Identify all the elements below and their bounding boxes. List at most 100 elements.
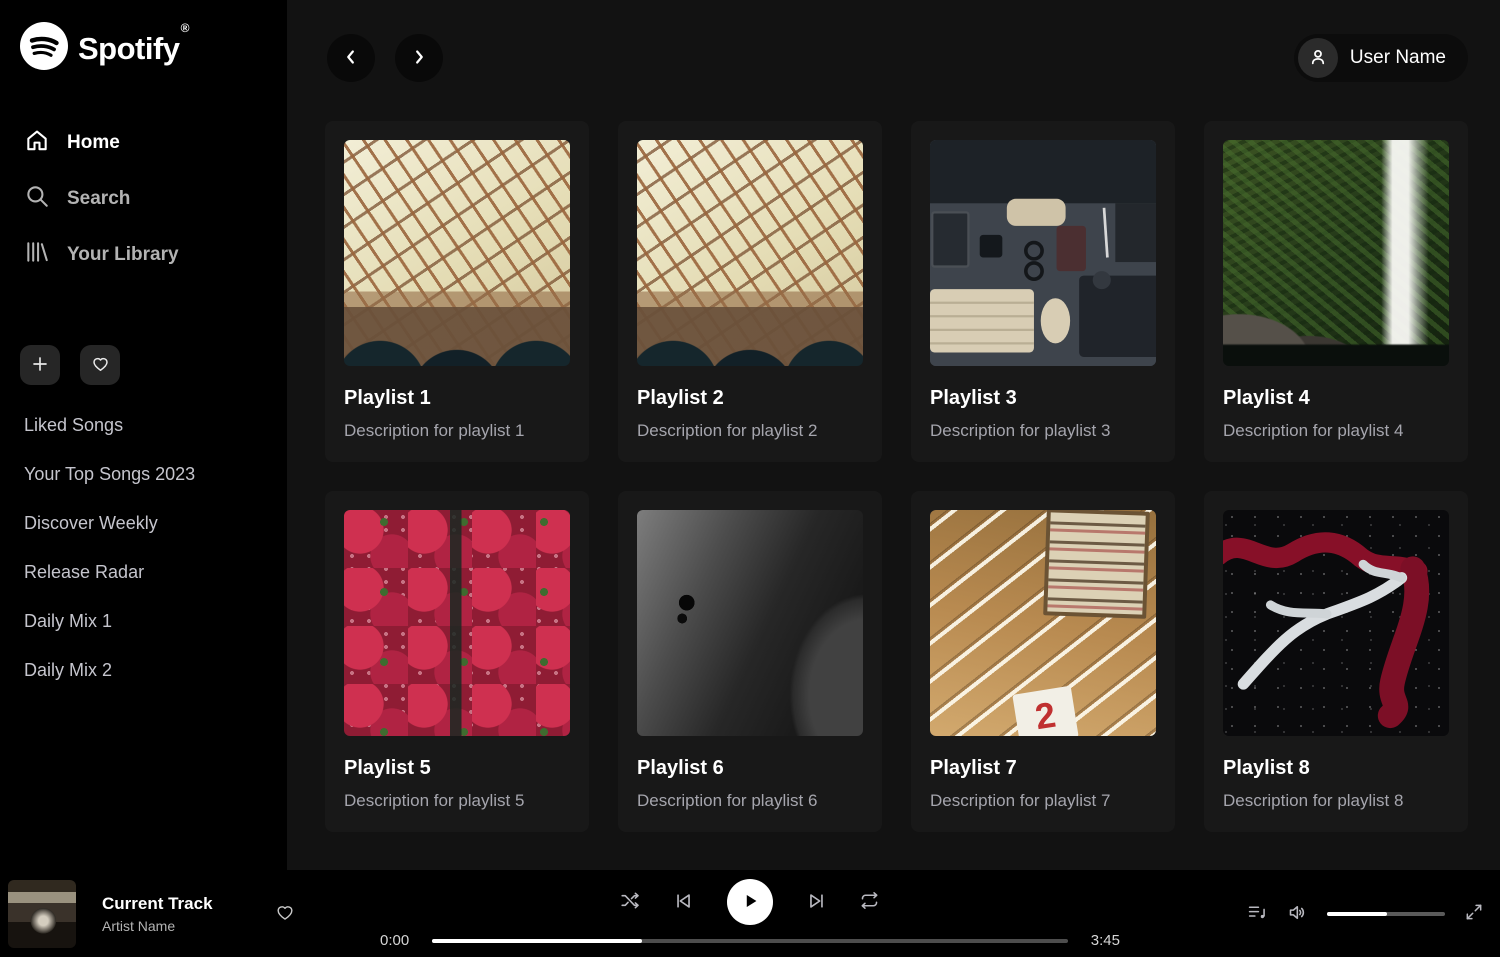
app-window: Spotify® Home Search bbox=[0, 0, 1500, 870]
playlist-title: Playlist 7 bbox=[930, 756, 1156, 780]
playlist-title: Playlist 4 bbox=[1223, 386, 1449, 410]
playlist-title: Playlist 6 bbox=[637, 756, 863, 780]
forward-button[interactable] bbox=[395, 34, 443, 82]
playlist-card-3[interactable]: Playlist 3 Description for playlist 3 bbox=[911, 121, 1175, 462]
logo-wordmark: Spotify® bbox=[78, 31, 188, 67]
playlist-card-1[interactable]: Playlist 1 Description for playlist 1 bbox=[325, 121, 589, 462]
user-menu-button[interactable]: User Name bbox=[1294, 34, 1468, 82]
sidebar-item-label: Search bbox=[67, 188, 130, 210]
player-center: 0:00 3:45 bbox=[380, 879, 1120, 949]
player-right-controls bbox=[1247, 902, 1484, 926]
playlist-cover-art bbox=[637, 140, 863, 366]
sidebar-playlist-daily-mix-1[interactable]: Daily Mix 1 bbox=[20, 597, 267, 646]
playlist-description: Description for playlist 2 bbox=[637, 420, 863, 441]
back-button[interactable] bbox=[327, 34, 375, 82]
previous-track-button[interactable] bbox=[673, 890, 695, 915]
playlist-card-6[interactable]: Playlist 6 Description for playlist 6 bbox=[618, 491, 882, 832]
playlist-title: Playlist 1 bbox=[344, 386, 570, 410]
sidebar: Spotify® Home Search bbox=[0, 0, 287, 870]
sidebar-playlist-discover-weekly[interactable]: Discover Weekly bbox=[20, 499, 267, 548]
sidebar-item-your-library[interactable]: Your Library bbox=[20, 227, 267, 283]
progress-row: 0:00 3:45 bbox=[380, 932, 1120, 949]
sidebar-playlist-liked-songs[interactable]: Liked Songs bbox=[20, 401, 267, 450]
sidebar-item-home[interactable]: Home bbox=[20, 115, 267, 171]
fullscreen-icon bbox=[1464, 902, 1484, 925]
playlist-title: Playlist 3 bbox=[930, 386, 1156, 410]
volume-slider[interactable] bbox=[1327, 912, 1445, 916]
playlist-description: Description for playlist 7 bbox=[930, 790, 1156, 811]
user-name: User Name bbox=[1350, 47, 1446, 69]
progress-bar[interactable] bbox=[432, 939, 1068, 943]
library-actions bbox=[20, 345, 267, 385]
sidebar-playlists: Liked Songs Your Top Songs 2023 Discover… bbox=[20, 401, 267, 695]
playlist-cover-art bbox=[1223, 140, 1449, 366]
playlist-cover-art bbox=[930, 140, 1156, 366]
sidebar-nav: Home Search Your Library bbox=[20, 115, 267, 283]
person-icon bbox=[1307, 46, 1329, 71]
playlist-title: Playlist 5 bbox=[344, 756, 570, 780]
repeat-icon bbox=[859, 890, 880, 914]
sidebar-item-label: Your Library bbox=[67, 244, 179, 266]
playlist-card-8[interactable]: Playlist 8 Description for playlist 8 bbox=[1204, 491, 1468, 832]
progress-fill bbox=[432, 939, 642, 943]
next-icon bbox=[805, 890, 827, 915]
repeat-button[interactable] bbox=[859, 890, 880, 914]
playlist-card-4[interactable]: Playlist 4 Description for playlist 4 bbox=[1204, 121, 1468, 462]
sidebar-playlist-your-top-songs-2023[interactable]: Your Top Songs 2023 bbox=[20, 450, 267, 499]
previous-icon bbox=[673, 890, 695, 915]
shuffle-button[interactable] bbox=[620, 890, 641, 914]
plus-icon bbox=[31, 355, 49, 376]
now-playing-title: Current Track bbox=[102, 894, 213, 914]
search-icon bbox=[24, 183, 50, 215]
playlist-cover-art bbox=[344, 510, 570, 736]
playlist-cover-art bbox=[637, 510, 863, 736]
playlist-grid: Playlist 1 Description for playlist 1 Pl… bbox=[287, 82, 1500, 832]
playlist-cover-art bbox=[344, 140, 570, 366]
now-playing: Current Track Artist Name bbox=[8, 880, 295, 948]
create-playlist-button[interactable] bbox=[20, 345, 60, 385]
queue-icon bbox=[1247, 902, 1268, 926]
playlist-title: Playlist 8 bbox=[1223, 756, 1449, 780]
shuffle-icon bbox=[620, 890, 641, 914]
home-icon bbox=[24, 127, 50, 159]
queue-button[interactable] bbox=[1247, 902, 1268, 926]
chevron-left-icon bbox=[340, 46, 362, 71]
heart-icon bbox=[91, 354, 110, 376]
fullscreen-button[interactable] bbox=[1464, 902, 1484, 925]
volume-icon bbox=[1287, 902, 1308, 926]
history-nav bbox=[327, 34, 443, 82]
now-playing-artist: Artist Name bbox=[102, 918, 213, 934]
liked-songs-button[interactable] bbox=[80, 345, 120, 385]
playlist-description: Description for playlist 4 bbox=[1223, 420, 1449, 441]
sidebar-playlist-daily-mix-2[interactable]: Daily Mix 2 bbox=[20, 646, 267, 695]
spotify-logo-icon bbox=[20, 22, 68, 75]
sidebar-playlist-release-radar[interactable]: Release Radar bbox=[20, 548, 267, 597]
like-track-button[interactable] bbox=[275, 902, 295, 925]
play-button[interactable] bbox=[727, 879, 773, 925]
sidebar-item-label: Home bbox=[67, 132, 120, 154]
playlist-card-2[interactable]: Playlist 2 Description for playlist 2 bbox=[618, 121, 882, 462]
playback-controls bbox=[620, 879, 880, 925]
playlist-description: Description for playlist 5 bbox=[344, 790, 570, 811]
playlist-cover-art bbox=[1223, 510, 1449, 736]
elapsed-time: 0:00 bbox=[380, 932, 418, 949]
sidebar-item-search[interactable]: Search bbox=[20, 171, 267, 227]
spotify-logo: Spotify® bbox=[20, 22, 267, 75]
play-icon bbox=[739, 890, 761, 915]
now-playing-art bbox=[8, 880, 76, 948]
playlist-description: Description for playlist 6 bbox=[637, 790, 863, 811]
topbar: User Name bbox=[287, 0, 1500, 82]
playlist-card-5[interactable]: Playlist 5 Description for playlist 5 bbox=[325, 491, 589, 832]
playlist-cover-art bbox=[930, 510, 1156, 736]
total-duration: 3:45 bbox=[1082, 932, 1120, 949]
playlist-title: Playlist 2 bbox=[637, 386, 863, 410]
chevron-right-icon bbox=[408, 46, 430, 71]
player-bar: Current Track Artist Name bbox=[0, 870, 1500, 957]
volume-fill bbox=[1327, 912, 1387, 916]
volume-button[interactable] bbox=[1287, 902, 1308, 926]
playlist-card-7[interactable]: Playlist 7 Description for playlist 7 bbox=[911, 491, 1175, 832]
playlist-description: Description for playlist 1 bbox=[344, 420, 570, 441]
playlist-description: Description for playlist 8 bbox=[1223, 790, 1449, 811]
next-track-button[interactable] bbox=[805, 890, 827, 915]
playlist-description: Description for playlist 3 bbox=[930, 420, 1156, 441]
